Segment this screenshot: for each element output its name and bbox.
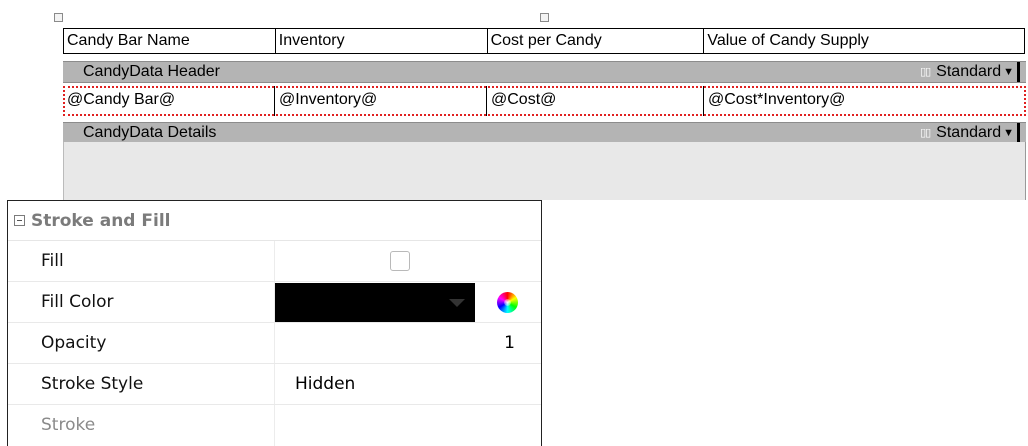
detail-band-style-dropdown[interactable]: Standard ▼ xyxy=(936,123,1014,143)
detail-cell-inventory[interactable]: @Inventory@ xyxy=(275,86,487,116)
detail-cell-value[interactable]: @Cost*Inventory@ xyxy=(704,86,1025,116)
property-row-stroke: Stroke xyxy=(8,405,541,446)
property-row-fill-color: Fill Color xyxy=(8,282,541,323)
header-band-style-dropdown[interactable]: Standard ▼ xyxy=(936,62,1014,82)
header-band[interactable]: CandyData Header ▯▯ Standard ▼ xyxy=(63,61,1026,83)
collapse-minus-icon[interactable] xyxy=(14,215,25,226)
detail-cell-candy-bar[interactable]: @Candy Bar@ xyxy=(63,86,275,116)
header-cell-cost-per-candy[interactable]: Cost per Candy xyxy=(488,29,705,53)
band-columns-icon[interactable]: ▯▯ xyxy=(920,123,931,143)
detail-band[interactable]: CandyData Details ▯▯ Standard ▼ xyxy=(63,122,1026,144)
property-label-opacity: Opacity xyxy=(41,333,107,353)
band-columns-icon[interactable]: ▯▯ xyxy=(920,62,931,82)
header-band-label: CandyData Header xyxy=(83,63,220,80)
property-label-stroke-style: Stroke Style xyxy=(41,374,144,394)
column-divider xyxy=(274,364,275,404)
table-header-row[interactable]: Candy Bar Name Inventory Cost per Candy … xyxy=(63,28,1026,54)
column-resize-handle-left[interactable] xyxy=(54,13,63,22)
opacity-value-input[interactable]: 1 xyxy=(504,323,515,363)
category-stroke-and-fill[interactable]: Stroke and Fill xyxy=(8,201,541,241)
report-designer: Candy Bar Name Inventory Cost per Candy … xyxy=(0,0,1028,200)
band-edge-marker xyxy=(1017,123,1020,143)
column-divider xyxy=(274,241,275,281)
band-edge-marker xyxy=(1017,62,1020,82)
chevron-down-icon: ▼ xyxy=(1003,66,1014,78)
color-wheel-icon[interactable] xyxy=(497,292,518,313)
header-cell-candy-bar-name[interactable]: Candy Bar Name xyxy=(64,29,276,53)
fill-color-dropdown[interactable] xyxy=(275,283,475,322)
property-row-fill: Fill xyxy=(8,241,541,282)
property-panel: Stroke and Fill Fill Fill Color Opacity … xyxy=(7,200,542,446)
property-label-fill: Fill xyxy=(41,251,64,271)
property-label-fill-color: Fill Color xyxy=(41,292,114,312)
column-divider xyxy=(274,323,275,363)
detail-band-label: CandyData Details xyxy=(83,124,217,141)
property-row-stroke-style: Stroke Style Hidden xyxy=(8,364,541,405)
dropdown-caret-icon xyxy=(449,299,465,307)
column-resize-handle-middle[interactable] xyxy=(540,13,549,22)
header-band-style-label: Standard xyxy=(936,63,1002,80)
category-label: Stroke and Fill xyxy=(31,210,171,231)
fill-checkbox[interactable] xyxy=(390,251,410,271)
detail-band-style-label: Standard xyxy=(936,124,1002,141)
property-label-stroke: Stroke xyxy=(41,415,96,435)
property-row-opacity: Opacity 1 xyxy=(8,323,541,364)
detail-cell-cost[interactable]: @Cost@ xyxy=(487,86,704,116)
column-divider xyxy=(274,405,275,446)
table-detail-row[interactable]: @Candy Bar@ @Inventory@ @Cost@ @Cost*Inv… xyxy=(63,86,1026,116)
header-cell-inventory[interactable]: Inventory xyxy=(276,29,488,53)
header-cell-value-of-candy-supply[interactable]: Value of Candy Supply xyxy=(704,29,1026,53)
empty-design-area xyxy=(63,142,1026,200)
chevron-down-icon: ▼ xyxy=(1003,127,1014,139)
stroke-style-select[interactable]: Hidden xyxy=(295,364,355,404)
